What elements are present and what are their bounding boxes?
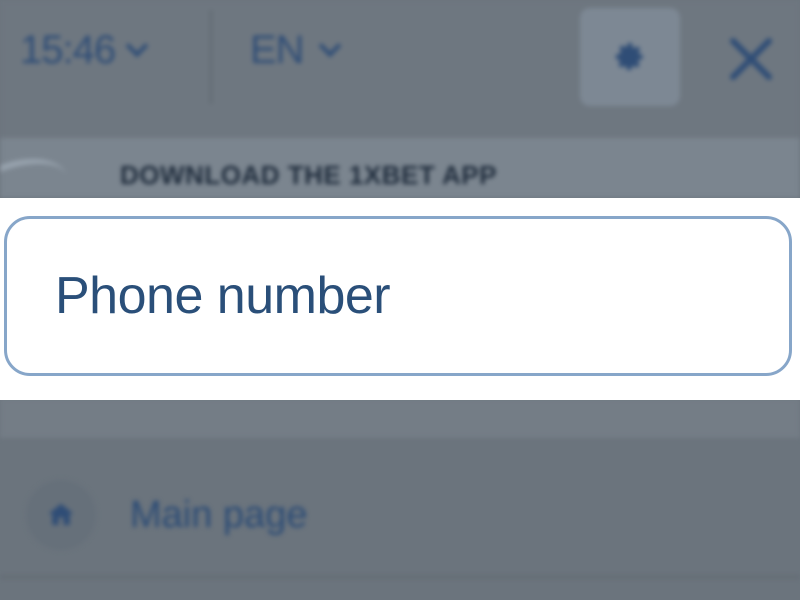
time-selector[interactable]: 15:46 — [20, 28, 149, 73]
download-app-text: DOWNLOAD THE 1XBET APP — [120, 160, 497, 190]
divider — [210, 10, 212, 104]
close-icon[interactable] — [728, 36, 774, 82]
home-icon-wrap — [26, 480, 96, 550]
top-bar: 15:46 EN — [0, 0, 800, 138]
gear-icon — [615, 42, 643, 71]
home-icon — [48, 503, 74, 525]
chevron-down-icon — [318, 34, 341, 57]
banner-decoration — [0, 146, 77, 198]
app-screen: 15:46 EN DOWNLOAD THE 1XBET APP Main pag… — [0, 0, 800, 600]
phone-number-field[interactable]: Phone number — [4, 216, 792, 376]
phone-number-placeholder: Phone number — [55, 267, 391, 325]
menu-item-label: Main page — [130, 493, 308, 536]
banner-bottom — [0, 398, 800, 438]
divider — [0, 576, 800, 578]
download-app-banner[interactable]: DOWNLOAD THE 1XBET APP — [0, 138, 800, 198]
phone-input-panel: Phone number — [0, 198, 800, 400]
time-value: 15:46 — [20, 28, 116, 72]
settings-button[interactable] — [580, 8, 680, 106]
language-selector[interactable]: EN — [250, 28, 341, 73]
chevron-down-icon — [125, 34, 149, 57]
menu-item-main-page[interactable]: Main page — [0, 470, 800, 560]
language-value: EN — [250, 28, 305, 72]
